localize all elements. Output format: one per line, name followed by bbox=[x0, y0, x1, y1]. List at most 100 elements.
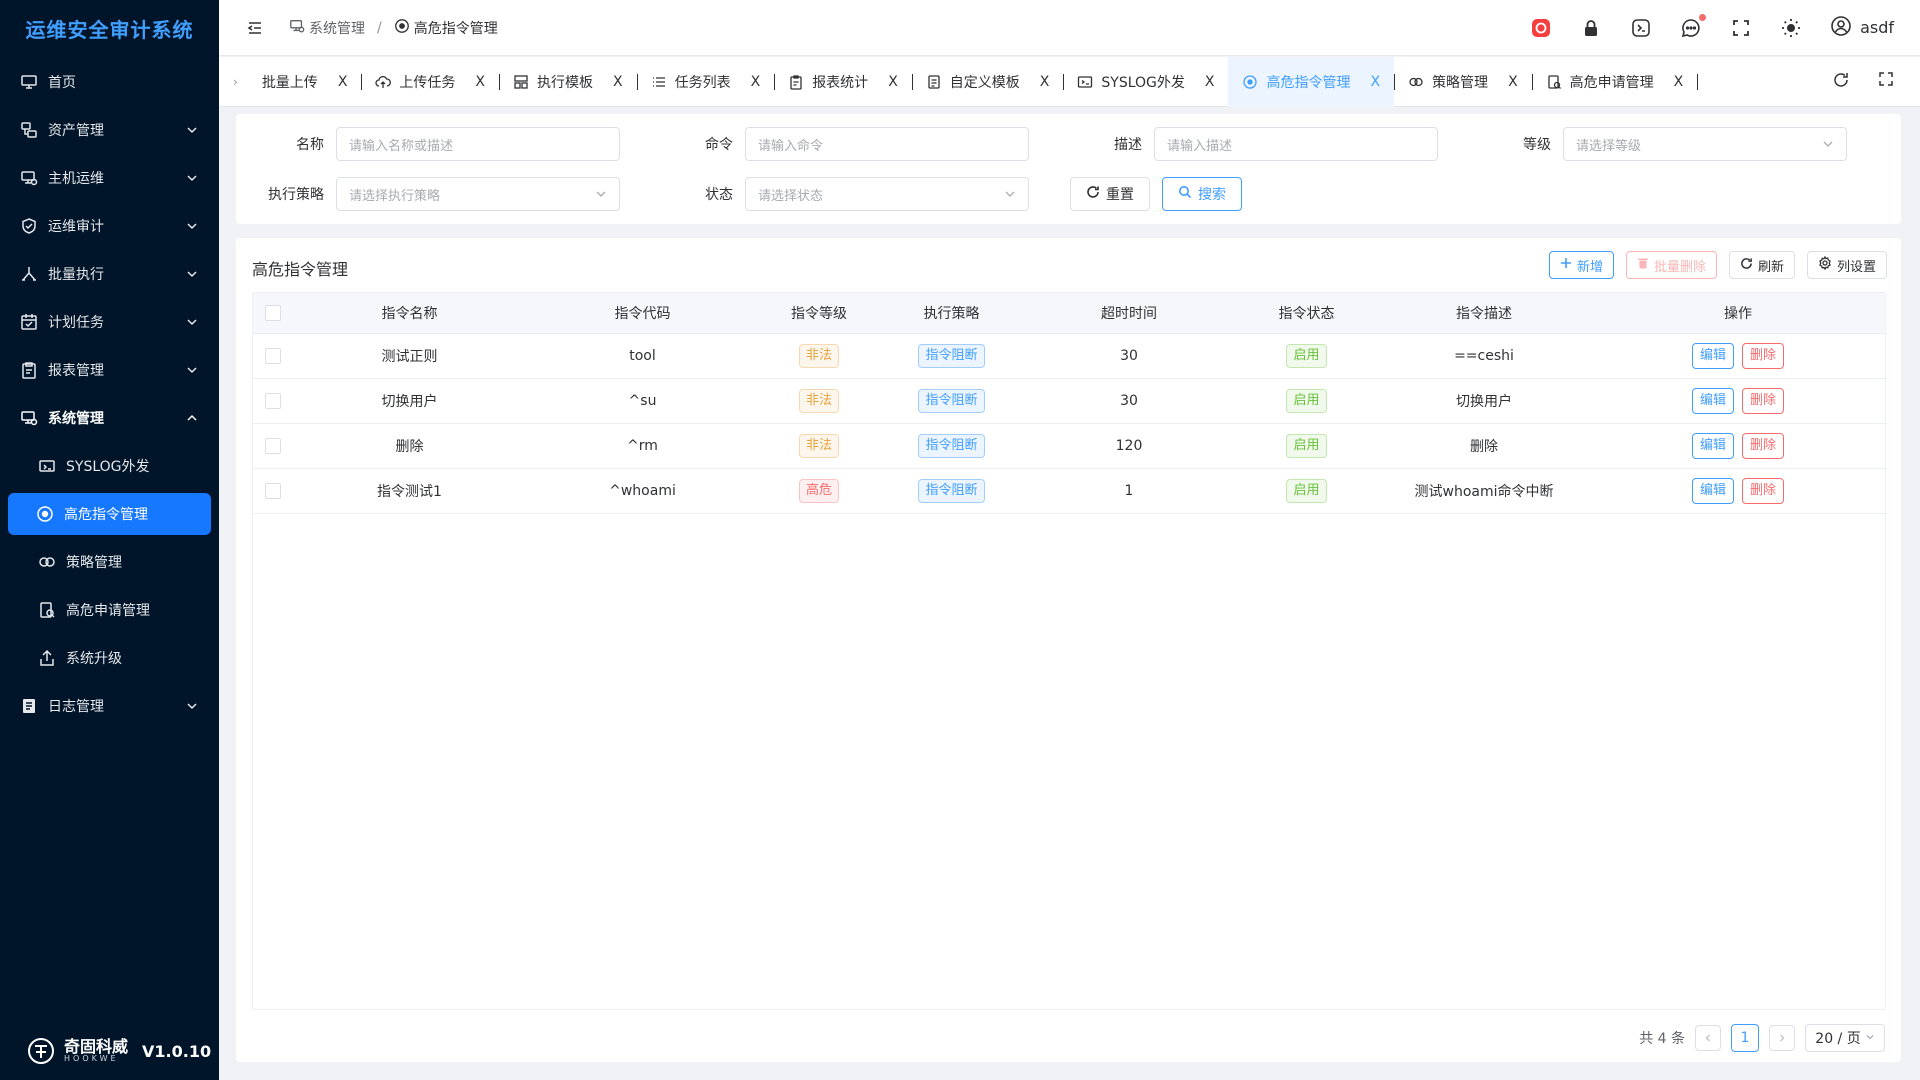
toolbar: 新增 批量删除 刷新 列设置 bbox=[1548, 251, 1887, 279]
sidebar-item-scheduled-tasks[interactable]: 计划任务 bbox=[0, 298, 219, 346]
edit-button[interactable]: 编辑 bbox=[1691, 387, 1734, 414]
sidebar-item-batch-exec[interactable]: 批量执行 bbox=[0, 250, 219, 298]
sidebar-item-audit[interactable]: 运维审计 bbox=[0, 202, 219, 250]
tab-label: 任务列表 bbox=[674, 74, 731, 91]
delete-button[interactable]: 删除 bbox=[1742, 387, 1785, 414]
tab-close-icon[interactable]: X bbox=[1370, 74, 1380, 90]
column-settings-button[interactable]: 列设置 bbox=[1806, 251, 1887, 279]
tab-task-list[interactable]: 任务列表 X bbox=[637, 57, 775, 107]
breadcrumb-label: 系统管理 bbox=[309, 20, 365, 37]
tab-close-icon[interactable]: X bbox=[1205, 74, 1215, 90]
column-header[interactable]: 指令名称 bbox=[293, 293, 526, 334]
select-all-checkbox[interactable] bbox=[265, 304, 281, 321]
command-input[interactable]: 请输入命令 bbox=[745, 127, 1029, 161]
policy-select[interactable]: 请选择执行策略 bbox=[336, 177, 620, 211]
tab-close-icon[interactable]: X bbox=[1674, 74, 1684, 90]
sidebar-item-logs[interactable]: 日志管理 bbox=[0, 682, 219, 730]
terminal-icon[interactable] bbox=[1630, 17, 1652, 39]
sidebar-item-syslog[interactable]: SYSLOG外发 bbox=[0, 442, 219, 490]
column-header[interactable]: 指令状态 bbox=[1234, 293, 1379, 334]
tab-policy[interactable]: 策略管理 X bbox=[1394, 57, 1533, 107]
batch-delete-button[interactable]: 批量删除 bbox=[1625, 251, 1717, 279]
column-header[interactable]: 指令等级 bbox=[759, 293, 879, 334]
user-menu[interactable]: asdf bbox=[1830, 15, 1894, 41]
tabs-scroll-left-icon[interactable]: › bbox=[233, 75, 238, 89]
tab-exec-template[interactable]: 执行模板 X bbox=[499, 57, 638, 107]
tab-syslog[interactable]: SYSLOG外发 X bbox=[1063, 57, 1230, 107]
add-button[interactable]: 新增 bbox=[1548, 251, 1614, 279]
tab-high-risk-commands[interactable]: 高危指令管理 X bbox=[1228, 56, 1395, 107]
delete-button[interactable]: 删除 bbox=[1742, 477, 1785, 504]
row-checkbox[interactable] bbox=[265, 392, 281, 409]
column-header[interactable]: 执行策略 bbox=[879, 293, 1024, 334]
menu-collapse-icon[interactable] bbox=[245, 18, 265, 38]
page-number-button[interactable]: 1 bbox=[1731, 1024, 1759, 1052]
description-input[interactable]: 请输入描述 bbox=[1154, 127, 1438, 161]
filter-label: 描述 bbox=[1114, 137, 1142, 153]
tab-label: 自定义模板 bbox=[949, 74, 1020, 91]
next-page-button[interactable] bbox=[1769, 1025, 1795, 1051]
breadcrumb-item-system[interactable]: 系统管理 bbox=[289, 18, 365, 38]
refresh-button[interactable]: 刷新 bbox=[1728, 251, 1795, 279]
tab-close-icon[interactable]: X bbox=[475, 74, 485, 90]
tab-custom-template[interactable]: 自定义模板 X bbox=[912, 57, 1064, 107]
sidebar-item-reports[interactable]: 报表管理 bbox=[0, 346, 219, 394]
sidebar-item-high-risk-commands[interactable]: 高危指令管理 bbox=[8, 493, 211, 535]
edit-button[interactable]: 编辑 bbox=[1691, 477, 1734, 504]
chevron-down-icon bbox=[185, 363, 199, 377]
tab-batch-upload[interactable]: 批量上传 X bbox=[248, 57, 362, 107]
status-badge: 启用 bbox=[1286, 433, 1327, 458]
sidebar-item-system[interactable]: 系统管理 bbox=[0, 394, 219, 442]
notification-dot bbox=[1699, 13, 1707, 21]
edit-button[interactable]: 编辑 bbox=[1691, 432, 1734, 459]
reload-icon[interactable] bbox=[1832, 71, 1850, 93]
tab-close-icon[interactable]: X bbox=[751, 74, 761, 90]
edit-button[interactable]: 编辑 bbox=[1691, 342, 1734, 369]
filter-label: 等级 bbox=[1523, 137, 1551, 153]
sidebar-item-host-ops[interactable]: 主机运维 bbox=[0, 154, 219, 202]
clipboard-icon bbox=[20, 361, 38, 379]
sidebar-item-high-risk-apply[interactable]: 高危申请管理 bbox=[0, 586, 219, 634]
tab-report-stats[interactable]: 报表统计 X bbox=[774, 57, 913, 107]
fullscreen-icon[interactable] bbox=[1878, 71, 1894, 93]
chevron-down-icon bbox=[185, 123, 199, 137]
prev-page-button[interactable] bbox=[1695, 1025, 1721, 1051]
tab-upload-tasks[interactable]: 上传任务 X bbox=[361, 57, 500, 107]
message-icon[interactable] bbox=[1680, 13, 1707, 39]
lock-icon[interactable] bbox=[1580, 17, 1602, 39]
sidebar-item-upgrade[interactable]: 系统升级 bbox=[0, 634, 219, 682]
delete-button[interactable]: 删除 bbox=[1742, 432, 1785, 459]
sidebar-item-assets[interactable]: 资产管理 bbox=[0, 106, 219, 154]
column-header[interactable]: 超时时间 bbox=[1024, 293, 1234, 334]
table-row: 切换用户 ^su 非法 指令阻断 30 启用 切换用户 编辑 删除 bbox=[253, 378, 1887, 424]
fullscreen-icon[interactable] bbox=[1730, 17, 1752, 39]
search-label: 搜索 bbox=[1198, 187, 1226, 203]
tab-close-icon[interactable]: X bbox=[1508, 74, 1518, 90]
sidebar-item-home[interactable]: 首页 bbox=[0, 58, 219, 106]
sidebar-item-policy[interactable]: 策略管理 bbox=[0, 538, 219, 586]
delete-button[interactable]: 删除 bbox=[1742, 342, 1785, 369]
theme-sun-icon[interactable] bbox=[1780, 17, 1802, 39]
chevron-down-icon bbox=[1822, 138, 1834, 150]
page-size-label: 20 / 页 bbox=[1815, 1031, 1861, 1047]
tab-close-icon[interactable]: X bbox=[888, 74, 898, 90]
row-checkbox[interactable] bbox=[265, 437, 281, 454]
tab-high-risk-apply[interactable]: 高危申请管理 X bbox=[1532, 57, 1698, 107]
search-button[interactable]: 搜索 bbox=[1162, 177, 1242, 211]
row-checkbox[interactable] bbox=[265, 482, 281, 499]
tab-close-icon[interactable]: X bbox=[338, 74, 348, 90]
tab-close-icon[interactable]: X bbox=[613, 74, 623, 90]
status-select[interactable]: 请选择状态 bbox=[745, 177, 1029, 211]
breadcrumb-separator: / bbox=[377, 19, 382, 36]
page-size-select[interactable]: 20 / 页 bbox=[1805, 1024, 1885, 1052]
reset-button[interactable]: 重置 bbox=[1070, 177, 1150, 211]
column-header[interactable]: 指令描述 bbox=[1379, 293, 1589, 334]
tab-close-icon[interactable]: X bbox=[1040, 74, 1050, 90]
row-checkbox[interactable] bbox=[265, 347, 281, 364]
name-input[interactable]: 请输入名称或描述 bbox=[336, 127, 620, 161]
column-header[interactable]: 指令代码 bbox=[526, 293, 759, 334]
level-select[interactable]: 请选择等级 bbox=[1563, 127, 1847, 161]
cloud-upload-icon bbox=[375, 74, 392, 90]
record-icon[interactable] bbox=[1530, 17, 1552, 39]
tab-label: 上传任务 bbox=[399, 74, 456, 91]
